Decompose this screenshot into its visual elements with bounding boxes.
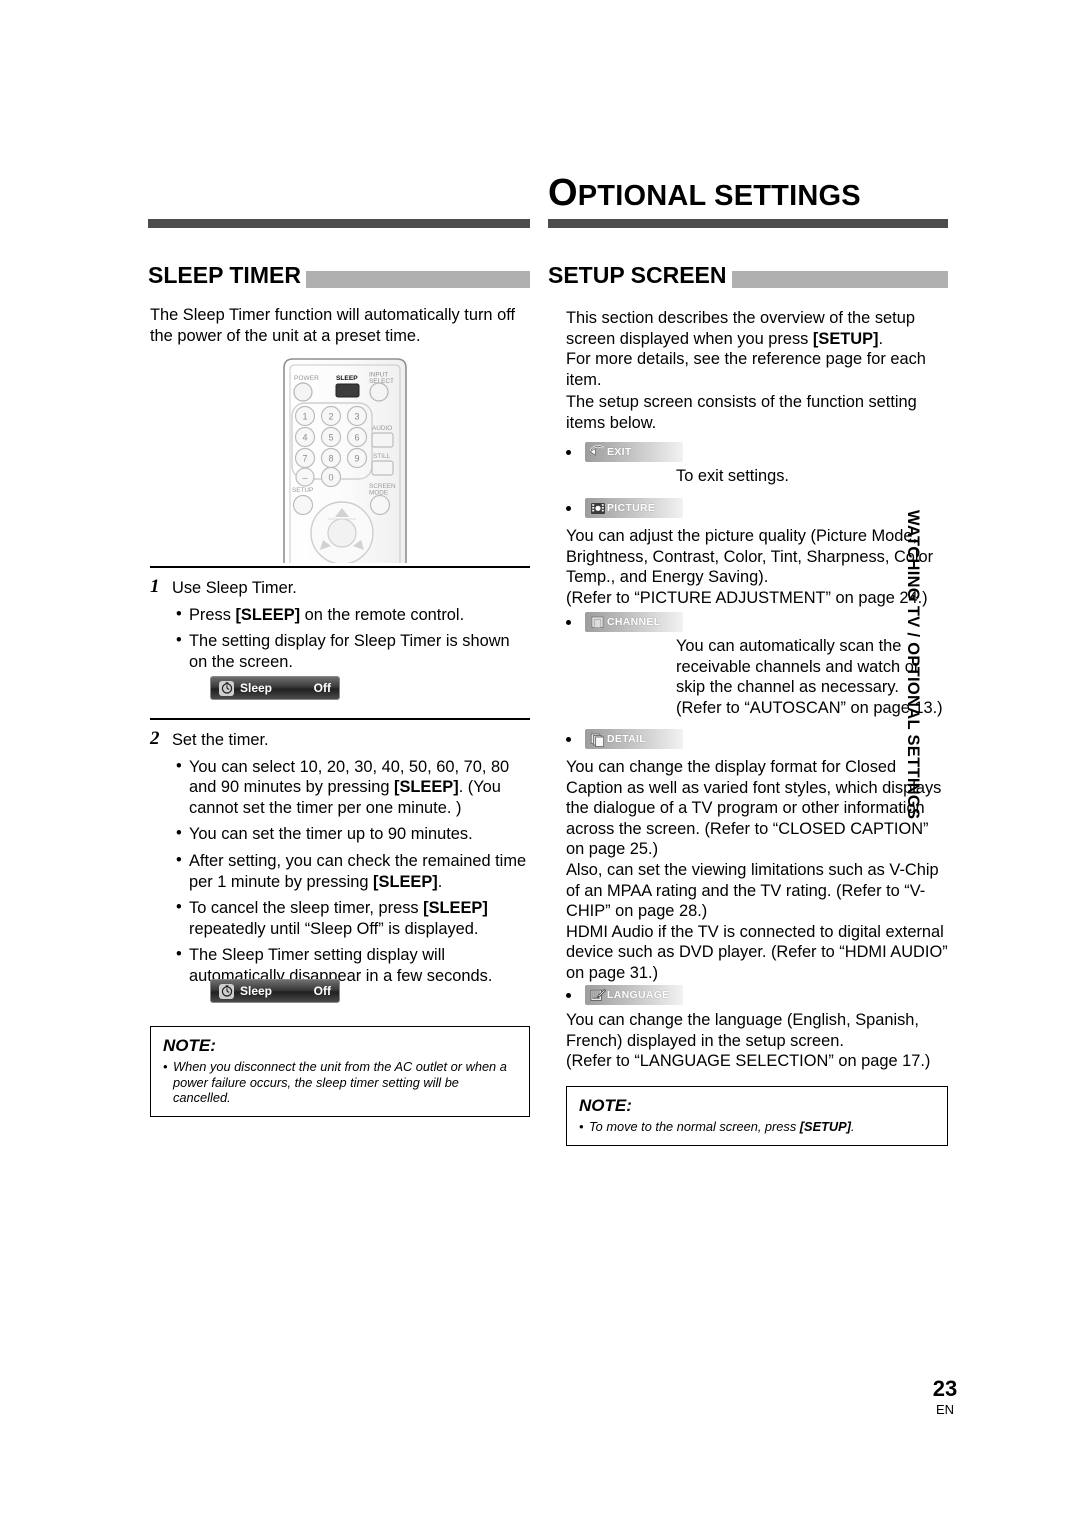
picture-chip[interactable]: PICTURE <box>585 498 683 518</box>
language-chip-label: LANGUAGE <box>607 989 670 1001</box>
step-bullet: To cancel the sleep timer, press [SLEEP]… <box>176 897 532 939</box>
osd-label: Sleep <box>240 681 273 695</box>
note-body: To move to the normal screen, press [SET… <box>579 1119 935 1135</box>
note-title: NOTE: <box>579 1096 632 1115</box>
svg-text:0: 0 <box>328 473 333 483</box>
sleep-timer-intro: The Sleep Timer function will automatica… <box>150 306 516 345</box>
header-rule-right <box>548 219 948 228</box>
svg-text:8: 8 <box>328 454 333 464</box>
step-heading: Set the timer. <box>172 731 269 749</box>
svg-text:AUDIO: AUDIO <box>372 425 392 432</box>
divider <box>150 718 530 720</box>
svg-text:3: 3 <box>354 412 359 422</box>
page-title-rest: PTIONAL SETTINGS <box>577 180 861 212</box>
setup-item-language-description: You can change the language (English, Sp… <box>566 1011 931 1071</box>
exit-chip[interactable]: EXIT <box>585 442 683 462</box>
svg-text:STILL: STILL <box>373 453 390 460</box>
page-title-dropcap: O <box>548 172 578 214</box>
remote-control-illustration: POWER SLEEP INPUT SELECT 1 2 3 4 5 6 7 8… <box>270 358 420 569</box>
page-language-code: EN <box>935 1402 955 1417</box>
setup-item-channel[interactable]: CHANNEL <box>566 612 683 632</box>
svg-text:6: 6 <box>354 433 359 443</box>
osd-label: Sleep <box>240 984 273 998</box>
exit-chip-label: EXIT <box>607 446 632 458</box>
bullet-dot <box>566 449 571 455</box>
note-box-sleep-timer: NOTE: When you disconnect the unit from … <box>150 1026 530 1117</box>
svg-text:SLEEP: SLEEP <box>336 375 358 382</box>
svg-text:5: 5 <box>328 433 333 443</box>
svg-text:2: 2 <box>328 412 333 422</box>
setup-item-picture-description: You can adjust the picture quality (Pict… <box>566 527 934 607</box>
step-bullet: The setting display for Sleep Timer is s… <box>176 630 532 672</box>
step-number: 1 <box>150 576 160 597</box>
setup-item-detail[interactable]: DETAIL <box>566 729 683 749</box>
detail-chip-label: DETAIL <box>607 733 646 745</box>
setup-item-detail-description: You can change the display format for Cl… <box>566 758 948 982</box>
manual-page: OPTIONAL SETTINGS SLEEP TIMER The Sleep … <box>0 0 1080 1528</box>
picture-chip-label: PICTURE <box>607 502 656 514</box>
language-chip[interactable]: LANGUAGE <box>585 985 683 1005</box>
page-number: 23 <box>932 1376 958 1401</box>
osd-value: Off <box>313 984 331 998</box>
section-heading-label: SLEEP TIMER <box>148 262 306 289</box>
detail-icon <box>588 731 606 747</box>
channel-icon <box>588 614 606 630</box>
osd-sleep-indicator-1: Sleep Off <box>210 676 340 700</box>
step-bullet: Press [SLEEP] on the remote control. <box>176 604 532 626</box>
page-folio: 23 EN <box>905 1378 985 1418</box>
step-1: 1 Use Sleep Timer. Press [SLEEP] on the … <box>150 576 532 672</box>
step-bullet: After setting, you can check the remaine… <box>176 850 532 892</box>
svg-text:–: – <box>302 473 307 483</box>
svg-text:1: 1 <box>302 412 307 422</box>
svg-text:SETUP: SETUP <box>292 487 313 494</box>
exit-icon <box>588 444 606 460</box>
clock-icon <box>219 983 234 999</box>
picture-icon <box>588 500 606 516</box>
divider <box>150 566 530 568</box>
note-body: When you disconnect the unit from the AC… <box>163 1059 517 1106</box>
setup-screen-intro-1: This section describes the overview of t… <box>566 309 915 348</box>
step-bullet: You can set the timer up to 90 minutes. <box>176 823 532 845</box>
channel-chip-label: CHANNEL <box>607 616 661 628</box>
step-2: 2 Set the timer. You can select 10, 20, … <box>150 728 532 987</box>
step-heading: Use Sleep Timer. <box>172 579 297 597</box>
bullet-dot <box>566 619 571 625</box>
setup-item-exit[interactable]: EXIT <box>566 442 683 462</box>
setup-item-exit-description: To exit settings. <box>676 467 789 485</box>
step-number: 2 <box>150 728 160 749</box>
setup-screen-intro-2: For more details, see the reference page… <box>566 350 926 389</box>
svg-text:9: 9 <box>354 454 359 464</box>
bullet-dot <box>566 505 571 511</box>
note-box-setup-screen: NOTE: To move to the normal screen, pres… <box>566 1086 948 1146</box>
step-bullet: You can select 10, 20, 30, 40, 50, 60, 7… <box>176 756 532 819</box>
bullet-dot <box>566 992 571 998</box>
osd-value: Off <box>313 681 331 695</box>
setup-item-picture[interactable]: PICTURE <box>566 498 683 518</box>
clock-icon <box>219 680 234 696</box>
bullet-dot <box>566 736 571 742</box>
setup-screen-intro-3: The setup screen consists of the functio… <box>566 393 917 432</box>
header-rule-left <box>148 219 530 228</box>
note-title: NOTE: <box>163 1036 216 1055</box>
svg-text:POWER: POWER <box>294 375 319 382</box>
svg-text:4: 4 <box>302 433 307 443</box>
osd-sleep-indicator-2: Sleep Off <box>210 979 340 1003</box>
detail-chip[interactable]: DETAIL <box>585 729 683 749</box>
language-icon <box>588 987 606 1003</box>
page-title: OPTIONAL SETTINGS <box>548 174 948 213</box>
section-heading-label: SETUP SCREEN <box>548 262 732 289</box>
svg-text:7: 7 <box>302 454 307 464</box>
channel-chip[interactable]: CHANNEL <box>585 612 683 632</box>
section-heading-setup-screen: SETUP SCREEN <box>548 262 948 289</box>
setup-item-language[interactable]: LANGUAGE <box>566 985 683 1005</box>
section-heading-sleep-timer: SLEEP TIMER <box>148 262 530 289</box>
side-tab-label: WATCHING TV / OPTIONAL SETTINGS <box>904 510 922 820</box>
